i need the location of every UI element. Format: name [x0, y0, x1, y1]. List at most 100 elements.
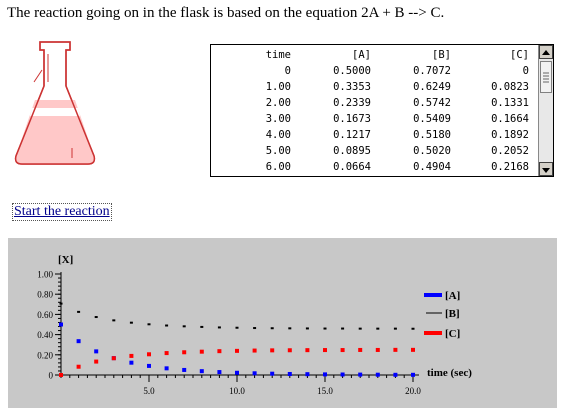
table-cell: 0.5020: [413, 145, 451, 157]
series-c-point: [199, 349, 204, 354]
series-c-point: [252, 348, 257, 353]
series-a-point: [76, 339, 81, 344]
series-c-point: [270, 348, 275, 353]
series-a-point: [235, 370, 239, 375]
series-b-point: [129, 321, 133, 324]
table-cell: 0.5180: [413, 129, 451, 141]
x-tick-label: 5.0: [143, 386, 155, 396]
series-a-point: [217, 370, 222, 375]
table-cell: 0.4904: [413, 161, 451, 173]
legend-label: [A]: [445, 290, 460, 302]
series-c-point: [182, 350, 187, 355]
table-cell: 2.00: [265, 97, 291, 109]
table-cell: 0.2168: [491, 161, 529, 173]
series-c-point: [94, 359, 99, 364]
series-b-point: [323, 327, 327, 330]
chart-svg: 1.00 0.80 0.60 0.40 0.20 0 5.0 10.0 15.0 20.0 [X] t…: [37, 254, 472, 396]
legend-label: [B]: [445, 308, 460, 320]
grip-icon: [543, 72, 549, 83]
series-b-point: [358, 327, 362, 330]
series-b-point: [112, 319, 116, 322]
series-b-point: [270, 327, 274, 330]
table-cell: 0.2339: [333, 97, 371, 109]
y-tick-label: 0: [49, 371, 54, 381]
table-cell: 0.1673: [333, 113, 371, 125]
scroll-up-button[interactable]: [539, 45, 553, 59]
table-cell: 0.0895: [333, 145, 371, 157]
series-a-point: [411, 372, 415, 377]
series-c-point: [375, 347, 380, 352]
y-tick-label: 0.40: [37, 330, 53, 340]
table-row: 5.00 0.0895 0.5020 0.2052: [211, 145, 539, 160]
table-row: 4.00 0.1217 0.5180 0.1892: [211, 129, 539, 144]
scroll-down-button[interactable]: [539, 162, 553, 176]
series-c-point: [147, 352, 151, 357]
table-cell: 0.5742: [413, 97, 451, 109]
table-row: 3.00 0.1673 0.5409 0.1664: [211, 113, 539, 128]
series-a-point: [305, 372, 310, 377]
table-cell: [C]: [510, 49, 529, 61]
arrow-down-icon: [542, 168, 550, 173]
table-row: 6.00 0.0664 0.4904 0.2168: [211, 161, 539, 176]
series-b-point: [94, 316, 98, 319]
table-cell: 0: [522, 65, 529, 77]
series-b-point: [288, 327, 292, 330]
series-c-point: [340, 348, 345, 353]
series-b-point: [235, 326, 239, 329]
y-tick-label: 0.60: [37, 310, 53, 320]
table-cell: 0.0664: [333, 161, 371, 173]
table-row: 2.00 0.2339 0.5742 0.1331: [211, 97, 539, 112]
series-a-point: [94, 349, 99, 354]
table-cell: 0.1217: [333, 129, 371, 141]
flask-icon: [14, 41, 96, 165]
table-cell: 0.3353: [333, 81, 371, 93]
x-tick-label: 15.0: [317, 386, 333, 396]
concentration-chart: 1.00 0.80 0.60 0.40 0.20 0 5.0 10.0 15.0 20.0 [X] t…: [8, 238, 557, 408]
table-cell: 0.6249: [413, 81, 451, 93]
series-b-point: [217, 326, 221, 329]
series-a-point: [323, 372, 327, 377]
series-b-point: [182, 325, 186, 328]
series-b-point: [59, 302, 63, 305]
series-c-point: [287, 348, 292, 353]
y-tick-label: 1.00: [37, 270, 53, 280]
table-cell: 0.2052: [491, 145, 529, 157]
start-reaction-link[interactable]: Start the reaction: [12, 203, 112, 221]
series-b-point: [411, 327, 415, 330]
series-b-point: [376, 327, 380, 330]
table-cell: 3.00: [265, 113, 291, 125]
series-a-point: [287, 371, 292, 376]
table-cell: 0.5000: [333, 65, 371, 77]
series-a-point: [147, 363, 151, 368]
y-tick-label: 0.80: [37, 290, 53, 300]
x-tick-label: 20.0: [405, 386, 421, 396]
series-a-point: [358, 372, 363, 377]
series-a-point: [340, 372, 345, 377]
series-b-point: [147, 323, 151, 326]
table-cell: 0.1892: [491, 129, 529, 141]
series-c-point: [59, 373, 63, 377]
table-cell: 1.00: [265, 81, 291, 93]
table-cell: 5.00: [265, 145, 291, 157]
series-a-point: [270, 371, 275, 376]
table-scrollbar[interactable]: [538, 45, 553, 176]
series-a-point: [182, 367, 187, 372]
series-c-point: [358, 347, 363, 352]
series-a-point: [393, 372, 398, 377]
series-c-point: [235, 348, 239, 353]
concentration-table: time [A] [B] [C] 0 0.5000 0.7072 0 1.00 0.3353 0.6…: [210, 44, 554, 177]
arrow-up-icon: [542, 50, 550, 55]
series-b-point: [200, 325, 204, 328]
series-a-point: [252, 371, 257, 376]
scroll-thumb[interactable]: [540, 61, 552, 93]
series-c-point: [305, 348, 310, 353]
x-axis-label: time (sec): [427, 367, 472, 379]
page-heading: The reaction going on in the flask is ba…: [7, 5, 445, 21]
series-a-point: [164, 366, 169, 371]
series-c-point: [217, 349, 222, 354]
series-b-point: [305, 327, 309, 330]
series-c-point: [393, 347, 398, 352]
y-tick-label: 0.20: [37, 350, 53, 360]
table-header: time [A] [B] [C]: [211, 49, 539, 64]
series-c-point: [76, 364, 81, 369]
